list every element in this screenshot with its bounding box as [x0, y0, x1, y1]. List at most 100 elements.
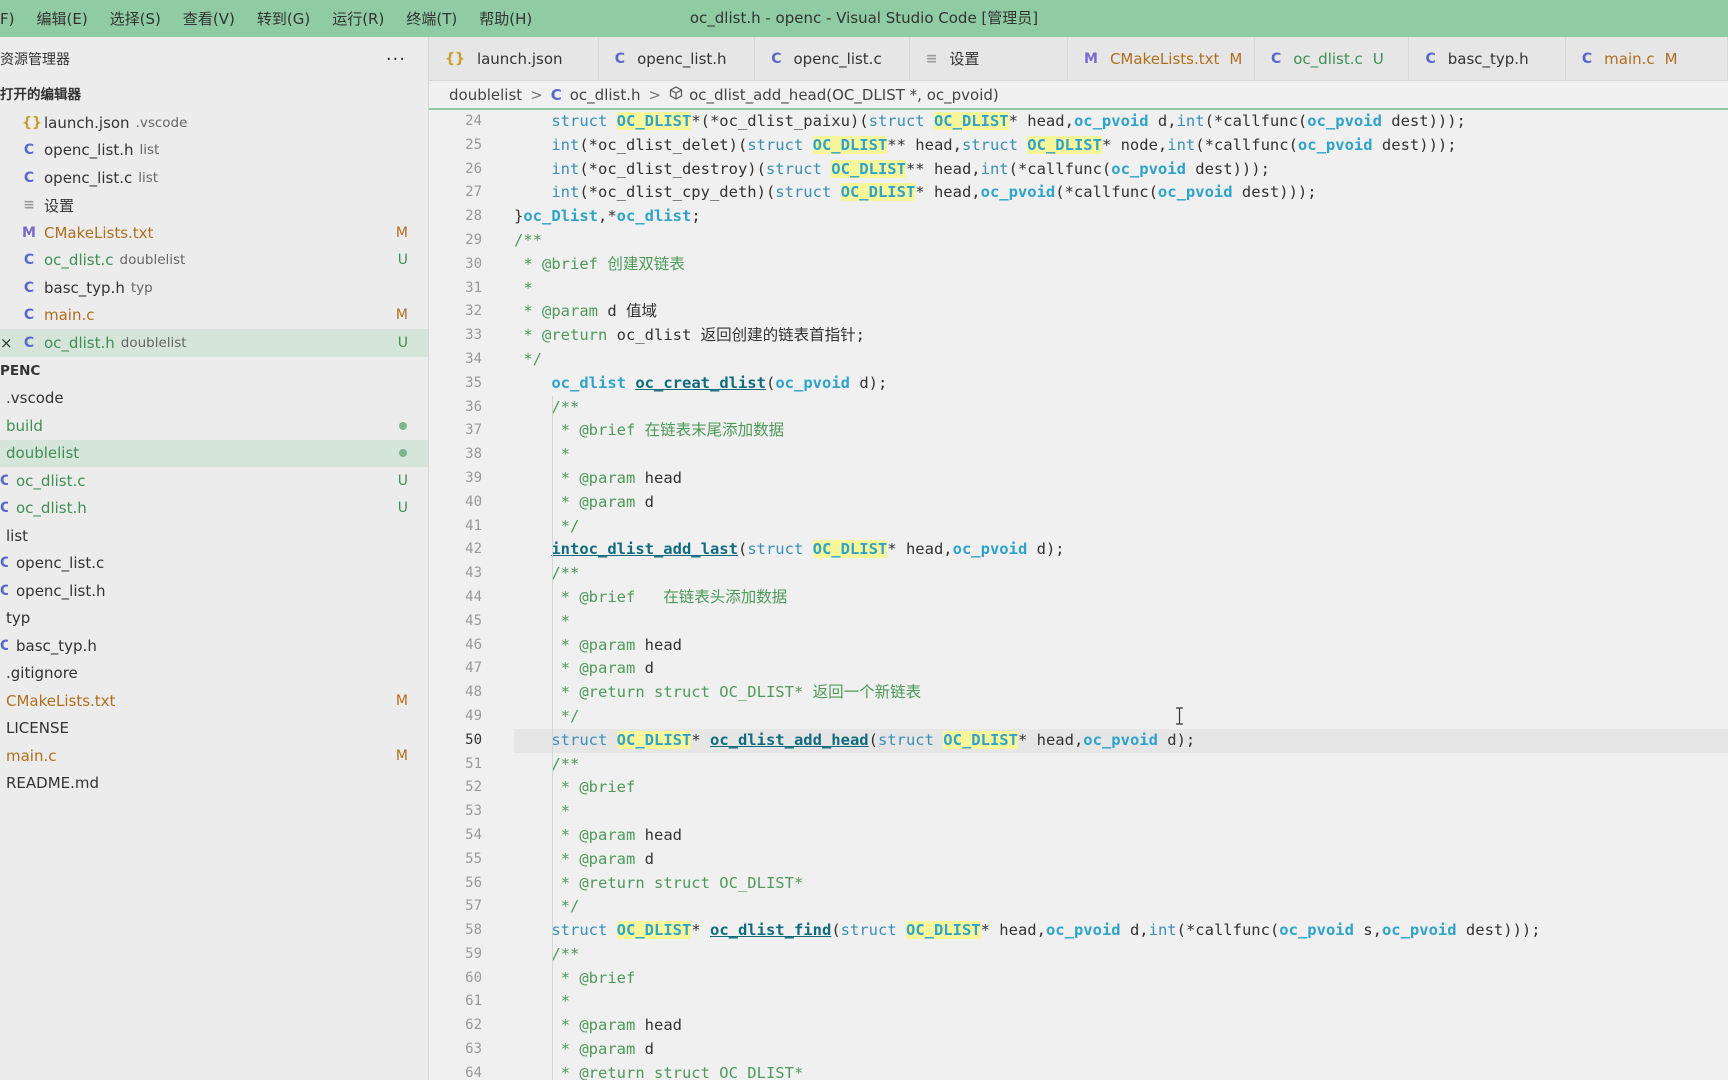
code-line[interactable]: * @return struct OC_DLIST*	[514, 1062, 1728, 1080]
open-editor-item[interactable]: Coc_dlist.c doublelist U	[0, 247, 428, 275]
code-token: dest)));	[1381, 112, 1466, 130]
code-line[interactable]: /**	[514, 396, 1728, 420]
code-token: int	[1167, 135, 1196, 154]
code-token: oc_dlist_add_head	[709, 730, 869, 749]
code-line[interactable]: * @return struct OC_DLIST* 返回一个新链表	[514, 681, 1728, 705]
tab-main-c[interactable]: Cmain.c M	[1566, 37, 1728, 80]
tree-item[interactable]: Copenc_list.h	[0, 577, 428, 605]
line-number: 30	[465, 255, 482, 272]
file-name: 设置	[44, 196, 75, 215]
open-editor-item[interactable]: ≡ 设置	[0, 192, 428, 220]
code-line[interactable]: * @brief	[514, 776, 1728, 800]
code-line[interactable]: * @param head	[514, 467, 1728, 491]
tree-item[interactable]: doublelist	[0, 439, 428, 467]
code-line[interactable]: struct OC_DLIST* oc_dlist_add_head(struc…	[514, 728, 1728, 753]
open-editor-item[interactable]: M CMakeLists.txt M	[0, 219, 428, 247]
tree-item[interactable]: README.md	[0, 770, 428, 798]
code-line[interactable]: /**	[514, 753, 1728, 777]
code-token: oc_pvoid	[1083, 730, 1158, 749]
code-line[interactable]: * @param d 值域	[514, 300, 1728, 324]
code-line[interactable]: * @brief 创建双链表	[514, 253, 1728, 277]
code-line[interactable]: *	[514, 610, 1728, 634]
open-editor-item[interactable]: Copenc_list.h list	[0, 137, 428, 165]
code-line[interactable]: struct OC_DLIST* oc_dlist_find(struct OC…	[514, 919, 1728, 943]
code-token: *	[514, 611, 570, 630]
code-line[interactable]: * @param d	[514, 1038, 1728, 1062]
code-line[interactable]: * @return oc_dlist 返回创建的链表首指针;	[514, 324, 1728, 348]
open-editor-item[interactable]: Cmain.c M	[0, 302, 428, 330]
more-actions-icon[interactable]: ···	[386, 49, 406, 70]
code-line[interactable]: * @param d	[514, 657, 1728, 681]
code-line[interactable]: */	[514, 895, 1728, 919]
code-token: * @brief	[514, 778, 636, 797]
close-icon[interactable]: ×	[0, 334, 13, 352]
code-line[interactable]: * @return struct OC_DLIST*	[514, 872, 1728, 896]
code-line[interactable]: int(*oc_dlist_destroy)(struct OC_DLIST**…	[514, 158, 1728, 182]
tab-openc-list-h[interactable]: Copenc_list.h	[599, 37, 756, 80]
tree-item[interactable]: build	[0, 412, 428, 440]
tab-openc-list-c[interactable]: Copenc_list.c	[755, 37, 910, 80]
code-line[interactable]: intoc_dlist_add_last(struct OC_DLIST* he…	[514, 538, 1728, 562]
tree-item[interactable]: Copenc_list.c	[0, 550, 428, 578]
code-line[interactable]: }oc_Dlist,*oc_dlist;	[514, 205, 1728, 229]
open-editor-item[interactable]: Cbasc_typ.h typ	[0, 274, 428, 302]
tree-item[interactable]: main.c M	[0, 742, 428, 770]
c-file-icon: C	[0, 472, 8, 489]
code-editor[interactable]: 24 25 26 27 28 29 30 31 32 33 34 35 36 37 38 39 40 41 42 43…	[429, 110, 1728, 1080]
code-line[interactable]: *	[514, 277, 1728, 301]
breadcrumb-file[interactable]: oc_dlist.h	[570, 86, 641, 104]
tree-item[interactable]: typ	[0, 605, 428, 633]
tab-basc-typ-h[interactable]: Cbasc_typ.h	[1409, 37, 1566, 80]
code-line[interactable]: int(*oc_dlist_cpy_deth)(struct OC_DLIST*…	[514, 181, 1728, 205]
tab-cmakelists-txt[interactable]: M CMakeLists.txt M	[1068, 37, 1255, 80]
tree-item[interactable]: list	[0, 522, 428, 550]
code-line[interactable]: struct OC_DLIST*(*oc_dlist_paixu)(struct…	[514, 110, 1728, 134]
code-line[interactable]: /**	[514, 562, 1728, 586]
file-name: oc_dlist.c	[44, 251, 114, 270]
open-editor-item[interactable]: × Coc_dlist.h doublelist U	[0, 329, 428, 357]
tree-item[interactable]: Cbasc_typ.h	[0, 632, 428, 660]
tab--[interactable]: ≡ 设置	[910, 37, 1068, 80]
tree-item[interactable]: Coc_dlist.c U	[0, 467, 428, 495]
code-line[interactable]: */	[514, 348, 1728, 372]
code-line[interactable]: *	[514, 990, 1728, 1014]
tree-item[interactable]: Coc_dlist.h U	[0, 495, 428, 523]
code-line[interactable]: * @param d	[514, 491, 1728, 515]
open-editor-item[interactable]: Copenc_list.c list	[0, 164, 428, 192]
code-line[interactable]: *	[514, 800, 1728, 824]
open-editor-item[interactable]: {} launch.json .vscode	[0, 109, 428, 137]
code-line[interactable]: /**	[514, 229, 1728, 253]
code-line[interactable]: * @param head	[514, 634, 1728, 658]
code-line[interactable]: * @param d	[514, 848, 1728, 872]
code-token: OC_DLIST	[933, 112, 1009, 130]
code-token: struct	[775, 183, 841, 202]
project-section-title[interactable]: PENC	[0, 357, 428, 385]
tab-oc-dlist-c[interactable]: Coc_dlist.c U	[1255, 37, 1410, 80]
tab-label: main.c	[1604, 49, 1655, 68]
tree-item[interactable]: CMakeLists.txt M	[0, 687, 428, 715]
breadcrumb-folder[interactable]: doublelist	[449, 86, 522, 104]
code-token: * @brief 在链表末尾添加数据	[514, 421, 785, 440]
code-line[interactable]: /**	[514, 943, 1728, 967]
code-line[interactable]: */	[514, 705, 1728, 729]
code-token: OC_DLIST	[616, 730, 692, 749]
code-line[interactable]: int(*oc_dlist_delet)(struct OC_DLIST** h…	[514, 134, 1728, 158]
code-line[interactable]: * @brief 在链表末尾添加数据	[514, 419, 1728, 443]
open-editors-section-title[interactable]: 打开的编辑器	[0, 81, 428, 109]
tab-launch-json[interactable]: {} launch.json	[429, 37, 599, 80]
breadcrumb-symbol[interactable]: oc_dlist_add_head(OC_DLIST *, oc_pvoid)	[689, 86, 999, 104]
code-lines[interactable]: struct OC_DLIST*(*oc_dlist_paixu)(struct…	[514, 110, 1728, 1080]
code-line[interactable]: * @param head	[514, 1014, 1728, 1038]
code-line[interactable]: oc_dlist oc_creat_dlist(oc_pvoid d);	[514, 372, 1728, 396]
code-line[interactable]: *	[514, 443, 1728, 467]
tree-item[interactable]: .vscode	[0, 385, 428, 413]
tree-item[interactable]: .gitignore	[0, 660, 428, 688]
line-number: 59	[465, 945, 482, 962]
code-line[interactable]: * @param head	[514, 824, 1728, 848]
tree-item[interactable]: LICENSE	[0, 715, 428, 743]
code-token: struct	[877, 730, 944, 749]
line-number: 42	[465, 541, 482, 558]
code-line[interactable]: * @brief 在链表头添加数据	[514, 586, 1728, 610]
code-line[interactable]: * @brief	[514, 967, 1728, 991]
code-line[interactable]: */	[514, 515, 1728, 539]
